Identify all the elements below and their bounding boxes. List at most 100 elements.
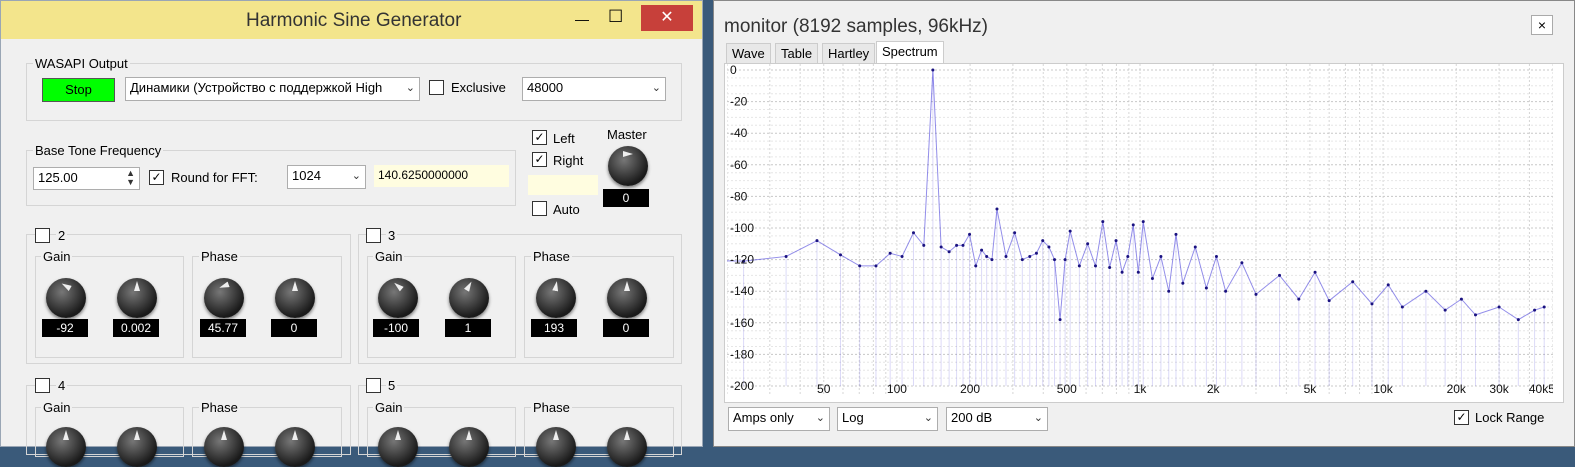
fft-size-select[interactable]: 1024 ⌄	[287, 165, 366, 189]
spectrum-point	[1516, 318, 1520, 322]
tab-hartley[interactable]: Hartley	[822, 43, 876, 64]
spectrum-point	[1254, 292, 1258, 296]
maximize-icon[interactable]: ☐	[608, 7, 623, 27]
spectrum-point	[1126, 254, 1130, 258]
spectrum-point	[1004, 254, 1008, 258]
harmonic-5-phase-fine-knob[interactable]	[607, 427, 647, 467]
spectrum-point	[1497, 305, 1501, 309]
x-tick-label: 40k5	[1529, 382, 1553, 394]
harmonic-3-gain-fine-knob[interactable]	[449, 278, 489, 318]
gain-label: Gain	[41, 400, 73, 415]
tab-table[interactable]: Table	[775, 43, 819, 64]
auto-checkbox[interactable]	[532, 201, 547, 216]
spectrum-point	[1136, 270, 1140, 274]
spectrum-point	[1459, 297, 1463, 301]
harmonic-4-checkbox[interactable]	[35, 378, 50, 393]
close-button[interactable]: ✕	[641, 5, 693, 31]
spectrum-point	[1077, 264, 1081, 268]
x-tick-label: 30k	[1489, 382, 1509, 394]
harmonic-3-label: 3	[386, 228, 398, 243]
harmonic-3-checkbox[interactable]	[366, 228, 381, 243]
x-tick-label: 10k	[1373, 382, 1393, 394]
harmonic-2-gain-knob[interactable]	[46, 278, 86, 318]
y-tick-label: -60	[730, 158, 748, 172]
spectrum-point	[974, 264, 978, 268]
spectrum-line	[727, 69, 1545, 321]
harmonic-5-checkbox[interactable]	[366, 378, 381, 393]
harmonic-3-gain-knob[interactable]	[378, 278, 418, 318]
window-title: Harmonic Sine Generator	[246, 10, 462, 31]
harmonic-2-gain-value: -92	[42, 319, 88, 337]
spectrum-point	[1240, 261, 1244, 265]
spectrum-point	[1167, 289, 1171, 293]
harmonic-4-label: 4	[56, 378, 68, 393]
harmonic-5-gain-fine-knob[interactable]	[449, 427, 489, 467]
scale-select[interactable]: Log ⌄	[837, 407, 938, 431]
base-freq-spinner[interactable]: 125.00 ▲ ▼	[33, 167, 140, 190]
y-tick-label: -100	[730, 221, 754, 235]
harmonic-4-gain-fine-knob[interactable]	[117, 427, 157, 467]
gain-label: Gain	[373, 400, 405, 415]
x-tick-label: 100	[887, 382, 907, 394]
harmonic-3-phase-fine-knob[interactable]	[607, 278, 647, 318]
spectrum-point	[1150, 277, 1154, 281]
phase-label: Phase	[531, 400, 572, 415]
left-checkbox[interactable]: ✓	[532, 130, 547, 145]
minimize-icon[interactable]: —	[575, 11, 589, 27]
master-knob[interactable]	[608, 146, 648, 186]
spectrum-point	[1108, 266, 1112, 269]
master-label: Master	[607, 127, 647, 142]
x-tick-label: 200	[960, 382, 980, 394]
spectrum-point	[1131, 223, 1135, 227]
harmonic-2-phase-knob[interactable]	[204, 278, 244, 318]
spectrum-point	[1047, 245, 1051, 249]
chevron-down-icon: ⌄	[815, 412, 825, 424]
device-select[interactable]: Динамики (Устройство с поддержкой High ⌄	[125, 77, 420, 101]
harmonic-4-phase-knob[interactable]	[204, 427, 244, 467]
close-button[interactable]: ×	[1531, 15, 1553, 35]
harmonic-3-phase-knob[interactable]	[536, 278, 576, 318]
harmonic-5-gain-knob[interactable]	[378, 427, 418, 467]
lock-range-checkbox[interactable]: ✓	[1454, 410, 1469, 425]
sample-rate-select[interactable]: 48000 ⌄	[522, 77, 666, 101]
range-select[interactable]: 200 dB ⌄	[946, 407, 1048, 431]
stop-button[interactable]: Stop	[42, 78, 115, 102]
harmonic-generator-window: Harmonic Sine Generator — ☐ ✕ WASAPI Out…	[0, 0, 703, 467]
x-tick-label: 1k	[1134, 382, 1148, 394]
y-tick-label: 0	[730, 64, 737, 77]
right-checkbox[interactable]: ✓	[532, 152, 547, 167]
spectrum-point	[1041, 239, 1045, 243]
monitor-title: monitor (8192 samples, 96kHz)	[724, 16, 988, 37]
harmonic-2-phase-fine-value: 0	[271, 319, 317, 337]
spectrum-chart[interactable]: 0 -20 -40 -60 -80 -100 -120 -140 -160 -180 -200 50 1…	[727, 64, 1553, 394]
mode-select[interactable]: Amps only ⌄	[728, 407, 830, 431]
exclusive-checkbox[interactable]	[429, 80, 444, 95]
range-value: 200 dB	[951, 410, 993, 425]
y-tick-label: -20	[730, 95, 748, 109]
harmonic-2-checkbox[interactable]	[35, 228, 50, 243]
spectrum-point	[1386, 283, 1390, 287]
spectrum-point	[1058, 318, 1062, 322]
x-tick-label: 5k	[1304, 382, 1318, 394]
harmonic-2-phase-fine-knob[interactable]	[275, 278, 315, 318]
right-label: Right	[553, 153, 584, 168]
harmonic-4-phase-fine-knob[interactable]	[275, 427, 315, 467]
spectrum-point	[1174, 232, 1178, 236]
spectrum-point	[784, 254, 788, 258]
harmonic-4-gain-knob[interactable]	[46, 427, 86, 467]
tab-spectrum[interactable]: Spectrum	[876, 41, 944, 64]
round-fft-checkbox[interactable]: ✓	[149, 170, 164, 185]
spinner-arrows-icon[interactable]: ▲ ▼	[126, 169, 135, 187]
harmonic-5-phase-knob[interactable]	[536, 427, 576, 467]
gain-label: Gain	[41, 249, 73, 264]
exclusive-label: Exclusive	[451, 80, 506, 95]
tab-wave[interactable]: Wave	[726, 43, 771, 64]
phase-label: Phase	[531, 249, 572, 264]
spectrum-point	[888, 251, 892, 255]
harmonic-2-gain-fine-knob[interactable]	[117, 278, 157, 318]
spectrum-point	[1351, 280, 1355, 284]
fft-size-value: 1024	[292, 168, 321, 183]
harmonic-2-label: 2	[56, 228, 68, 243]
phase-label: Phase	[199, 249, 240, 264]
sample-rate-value: 48000	[527, 80, 564, 95]
